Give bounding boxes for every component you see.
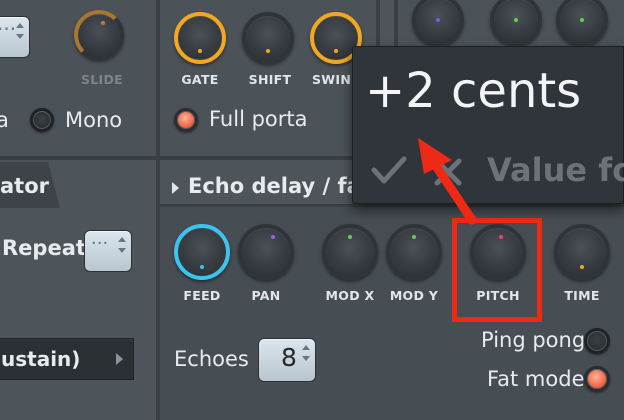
mod-x-knob[interactable] xyxy=(322,224,378,280)
full-porta-label: Full porta xyxy=(209,107,308,131)
arrow-pointer-icon xyxy=(418,138,477,225)
pan-knob[interactable] xyxy=(238,224,294,280)
repeat-stepper[interactable]: ··· xyxy=(84,230,132,272)
echoes-stepper[interactable]: 8 xyxy=(258,338,316,382)
tooltip-confirm-text: Value for xyxy=(487,151,624,189)
mod-y-knob[interactable] xyxy=(386,224,442,280)
gate-label: GATE xyxy=(181,72,219,87)
slide-label: SLIDE xyxy=(80,72,124,87)
sustain-dropdown[interactable]: ustain) xyxy=(0,338,134,380)
panel-divider-horizontal xyxy=(160,204,624,207)
panel-divider xyxy=(376,0,380,46)
stepper-value: ··· xyxy=(0,17,17,41)
chevron-right-icon[interactable] xyxy=(172,182,179,194)
fat-mode-toggle[interactable] xyxy=(584,366,610,392)
feed-knob[interactable] xyxy=(174,224,230,280)
gate-knob[interactable] xyxy=(174,12,226,64)
ping-pong-label: Ping pong xyxy=(481,328,586,352)
echo-section-title: Echo delay / fat xyxy=(188,174,371,198)
ping-pong-toggle[interactable] xyxy=(584,328,610,354)
slide-knob[interactable] xyxy=(74,10,124,60)
stepper-value: ··· xyxy=(91,233,109,254)
echoes-value: 8 xyxy=(281,343,297,372)
mod-y-label: MOD Y xyxy=(389,288,439,303)
chevron-right-icon xyxy=(116,353,123,365)
top-left-stepper[interactable]: ··· xyxy=(0,16,30,58)
mod-x-label: MOD X xyxy=(325,288,375,303)
porta-label-partial: a xyxy=(0,108,9,132)
shift-knob[interactable] xyxy=(242,12,294,64)
time-knob[interactable] xyxy=(554,224,610,280)
echoes-label: Echoes xyxy=(174,347,249,371)
mono-toggle[interactable] xyxy=(30,108,54,132)
panel-divider xyxy=(394,0,398,46)
feed-label: FEED xyxy=(183,288,221,303)
stepper-arrows-icon xyxy=(15,23,25,49)
pitch-highlight-box xyxy=(452,218,542,322)
pan-label: PAN xyxy=(251,288,281,303)
stepper-arrows-icon xyxy=(117,237,127,263)
value-tooltip: +2 cents Value for xyxy=(352,46,624,204)
repeat-label: Repeat xyxy=(2,236,86,260)
dropdown-value: ustain) xyxy=(1,347,81,371)
stepper-arrows-icon xyxy=(301,345,311,371)
mono-label: Mono xyxy=(65,108,123,132)
tooltip-value: +2 cents xyxy=(365,63,582,119)
time-label: TIME xyxy=(564,288,600,303)
full-porta-toggle[interactable] xyxy=(174,108,198,132)
shift-label: SHIFT xyxy=(248,72,292,87)
fat-mode-label: Fat mode xyxy=(487,367,585,391)
checkmark-icon[interactable] xyxy=(371,155,407,185)
left-section-title: ator xyxy=(0,174,49,198)
